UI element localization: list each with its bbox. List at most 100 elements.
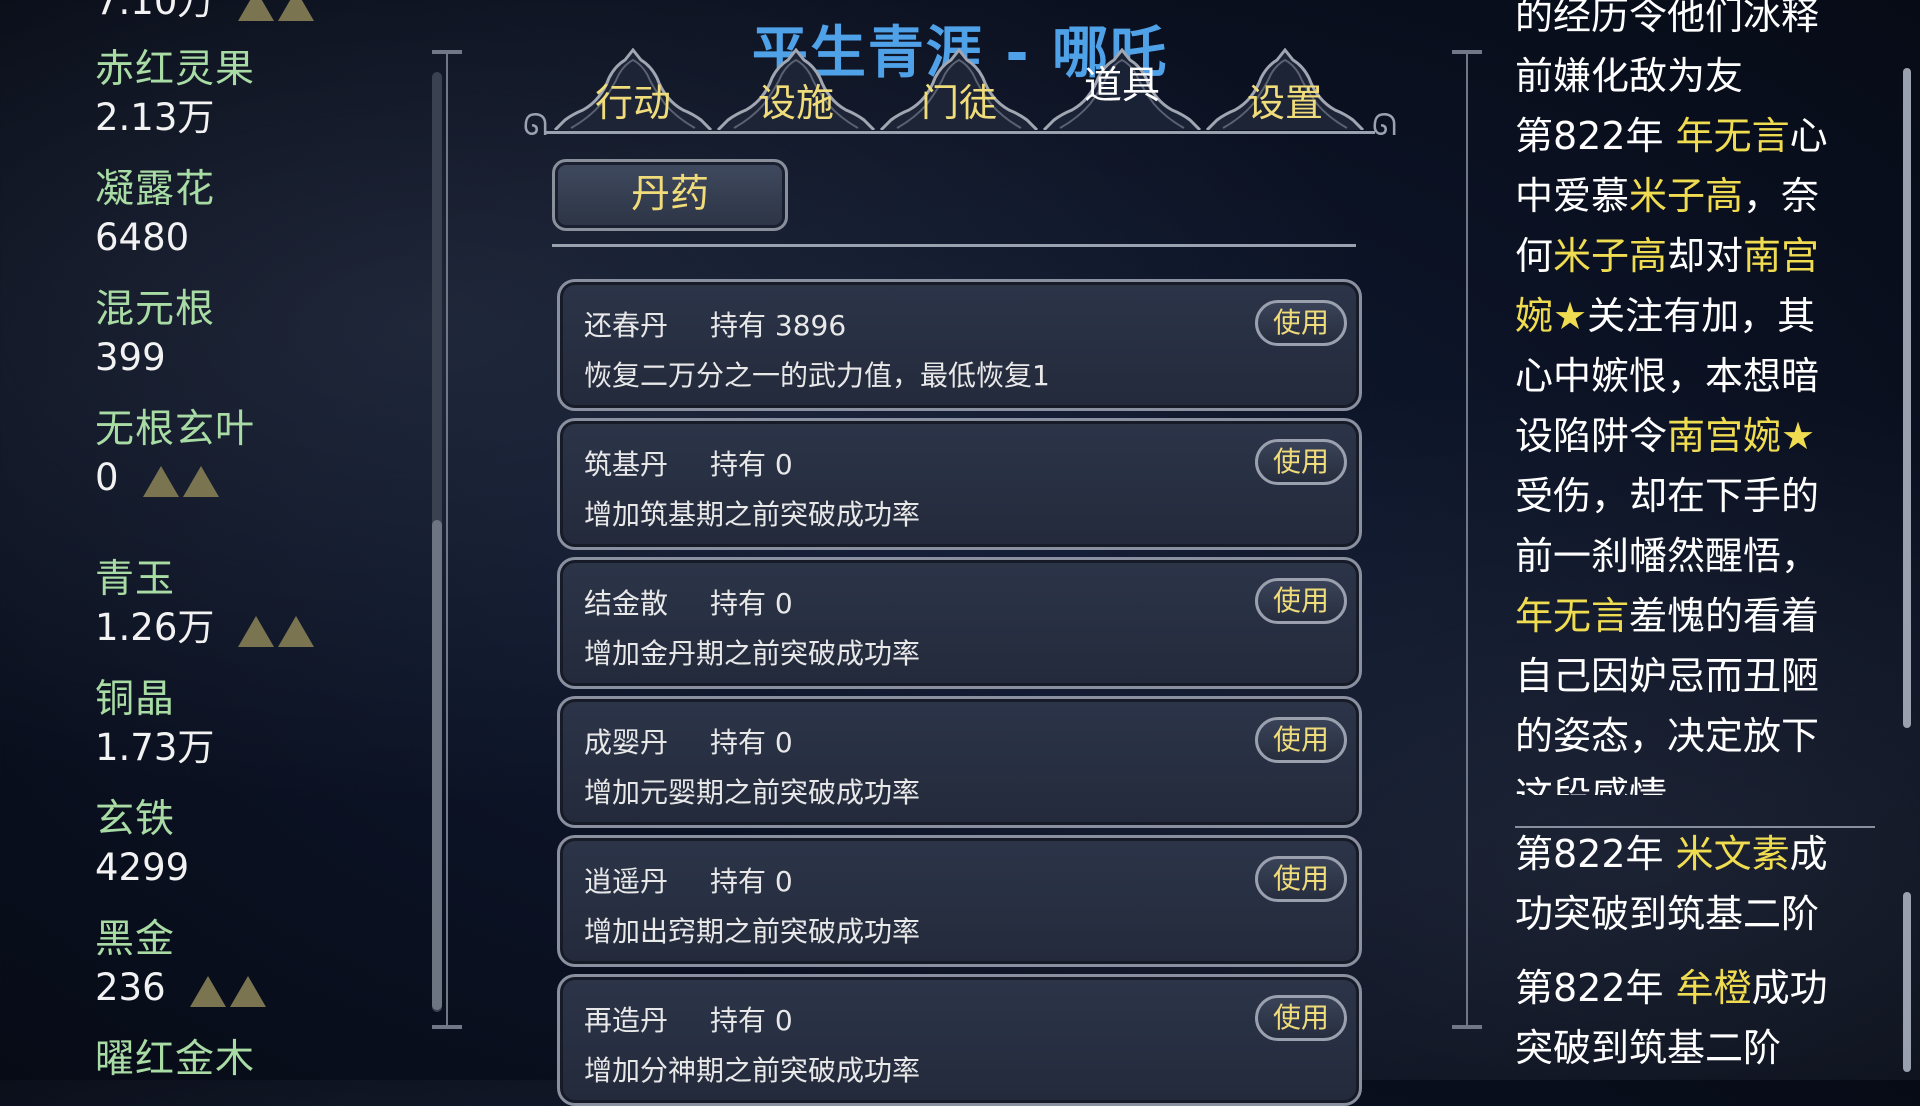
resource-name: 凝露花: [95, 167, 216, 212]
tab-settings[interactable]: 设置: [1205, 48, 1365, 130]
tabbar-baseline: [545, 131, 1375, 134]
item-description: 增加筑基期之前突破成功率: [584, 498, 921, 531]
log-name-highlight: 米子高: [1553, 234, 1668, 278]
log-text: 第822年: [1515, 114, 1676, 158]
log-text: 这段感情: [1515, 774, 1667, 795]
item-name: 结金散: [584, 587, 669, 620]
log-text: 功突破到筑基二阶: [1515, 892, 1820, 936]
resource-value: 1.73万: [95, 726, 215, 769]
resource-value-row: 4299: [95, 844, 189, 892]
log-line: 前一刹幡然醒悟，: [1515, 526, 1819, 586]
log-text: 成: [1789, 832, 1828, 876]
tab-items[interactable]: 道具: [1042, 48, 1202, 130]
tab-disciples[interactable]: 门徒: [879, 48, 1039, 130]
item-held-count: 持有 0: [710, 587, 793, 620]
tab-facilities[interactable]: 设施: [716, 48, 876, 130]
log-line: 年无言羞愧的看着: [1515, 586, 1819, 646]
log-text: 却对: [1667, 234, 1744, 278]
subtab-pills-button[interactable]: 丹药: [552, 159, 788, 231]
resource-item: 凝露花 6480: [95, 166, 215, 262]
log-line: 何米子高却对南宫: [1515, 226, 1819, 286]
resource-value: 2.13万: [95, 96, 215, 139]
item-name: 成婴丹: [584, 726, 669, 759]
use-button[interactable]: 使用: [1255, 856, 1347, 902]
log-line: 中爱慕米子高，奈: [1515, 166, 1819, 226]
log-line: 婉★关注有加，其: [1515, 286, 1815, 346]
log-text: 前一刹幡然醒悟，: [1515, 534, 1820, 578]
item-held-count: 持有 0: [710, 865, 793, 898]
use-button[interactable]: 使用: [1255, 995, 1347, 1041]
item-description: 增加元婴期之前突破成功率: [584, 776, 921, 809]
resource-value-row: 2.13万: [95, 94, 255, 142]
log-line: 这段感情: [1515, 766, 1667, 795]
resource-value-row: 1.26万: [95, 604, 318, 654]
scrollbar-bottom-cap: [432, 1025, 462, 1029]
log-name-highlight: 米文素: [1675, 832, 1790, 876]
upgrade-arrows-icon[interactable]: [238, 606, 318, 654]
log-text: 自己因妒忌而丑陋: [1515, 654, 1820, 698]
item-held-count: 持有 0: [710, 448, 793, 481]
log-name-highlight: 婉★: [1515, 294, 1588, 338]
log-line: 的经历令他们冰释: [1515, 0, 1819, 46]
log-scrollbar-track[interactable]: [1466, 50, 1468, 1025]
resource-value: 399: [95, 336, 166, 379]
triangle-up-icon: [278, 615, 315, 647]
log-text: 关注有加，其: [1587, 294, 1816, 338]
log-text: 设陷阱令: [1515, 414, 1668, 458]
use-button[interactable]: 使用: [1255, 717, 1347, 763]
log-text: 心中嫉恨，本想暗: [1515, 354, 1820, 398]
log-text: 前嫌化敌为友: [1515, 54, 1744, 98]
log-text: 受伤，却在下手的: [1515, 474, 1820, 518]
triangle-up-icon: [189, 975, 226, 1007]
tab-action[interactable]: 行动: [553, 48, 713, 130]
item-description: 增加出窍期之前突破成功率: [584, 915, 921, 948]
use-button[interactable]: 使用: [1255, 300, 1347, 346]
log-scrollbar-thumb[interactable]: [1903, 68, 1911, 728]
log-recent-scrollbar-thumb[interactable]: [1903, 892, 1911, 1072]
resource-name: 玄铁: [95, 797, 176, 842]
item-held-count: 持有 3896: [710, 309, 847, 342]
resource-scrollbar-thumb[interactable]: [432, 520, 442, 1010]
resource-item: 混元根 399: [95, 286, 215, 382]
resource-item: 无根玄叶 0: [95, 406, 255, 504]
item-held-count: 持有 0: [710, 1004, 793, 1037]
subtab-label: 丹药: [630, 172, 709, 217]
item-card: 结金散 持有 0 增加金丹期之前突破成功率 使用: [557, 557, 1362, 689]
log-text: ，奈: [1743, 174, 1820, 218]
log-name-highlight: 米子高: [1629, 174, 1744, 218]
log-line: 第822年 米文素成: [1515, 824, 1828, 884]
resource-value: 1.26万: [95, 606, 215, 649]
tab-label: 行动: [594, 81, 671, 125]
log-name-highlight: 年无言: [1675, 114, 1790, 158]
log-scrollbar-bottom-cap: [1452, 1025, 1482, 1029]
use-button[interactable]: 使用: [1255, 439, 1347, 485]
resource-item: 玄铁 4299: [95, 796, 189, 892]
log-line: 功突破到筑基二阶: [1515, 884, 1819, 944]
subtab-divider: [552, 244, 1356, 247]
triangle-up-icon: [142, 465, 179, 497]
item-card: 筑基丹 持有 0 增加筑基期之前突破成功率 使用: [557, 418, 1362, 550]
resource-item: 黑金 236: [95, 916, 270, 1014]
item-held-count: 持有 0: [710, 726, 793, 759]
resource-list[interactable]: 7.10万 赤红灵果 2.13万 凝露花 6480 混元根 399 无根玄叶 0 青玉 1.26万铜…: [0, 0, 462, 1082]
resource-name: 铜晶: [95, 677, 176, 722]
resource-value-row: 6480: [95, 214, 215, 262]
item-name: 再造丹: [584, 1004, 669, 1037]
log-line: 受伤，却在下手的: [1515, 466, 1819, 526]
event-log[interactable]: 的经历令他们冰释 前嫌化敌为友 第822年 年无言心 中爱慕米子高，奈 何米子高却对南宫…: [1515, 0, 1855, 795]
log-text: 突破到筑基二阶: [1515, 1026, 1782, 1070]
log-text: 第822年: [1515, 966, 1676, 1010]
log-line: 心中嫉恨，本想暗: [1515, 346, 1819, 406]
event-log-recent[interactable]: 第822年 米文素成功突破到筑基二阶第822年 牟橙成功突破到筑基二阶: [1515, 820, 1855, 1080]
tab-label: 道具: [1083, 63, 1160, 107]
resource-scrollbar-track[interactable]: [446, 50, 448, 1025]
log-line: 第822年 牟橙成功: [1515, 958, 1828, 1018]
use-button[interactable]: 使用: [1255, 578, 1347, 624]
tab-label: 门徒: [920, 81, 997, 125]
upgrade-arrows-icon[interactable]: [142, 456, 223, 504]
resource-name: 曜红金木: [95, 1037, 256, 1082]
item-name: 筑基丹: [584, 448, 669, 481]
resource-value-row: 1.73万: [95, 724, 214, 772]
upgrade-arrows-icon[interactable]: [189, 966, 270, 1014]
resource-value-row: 236: [95, 964, 270, 1014]
